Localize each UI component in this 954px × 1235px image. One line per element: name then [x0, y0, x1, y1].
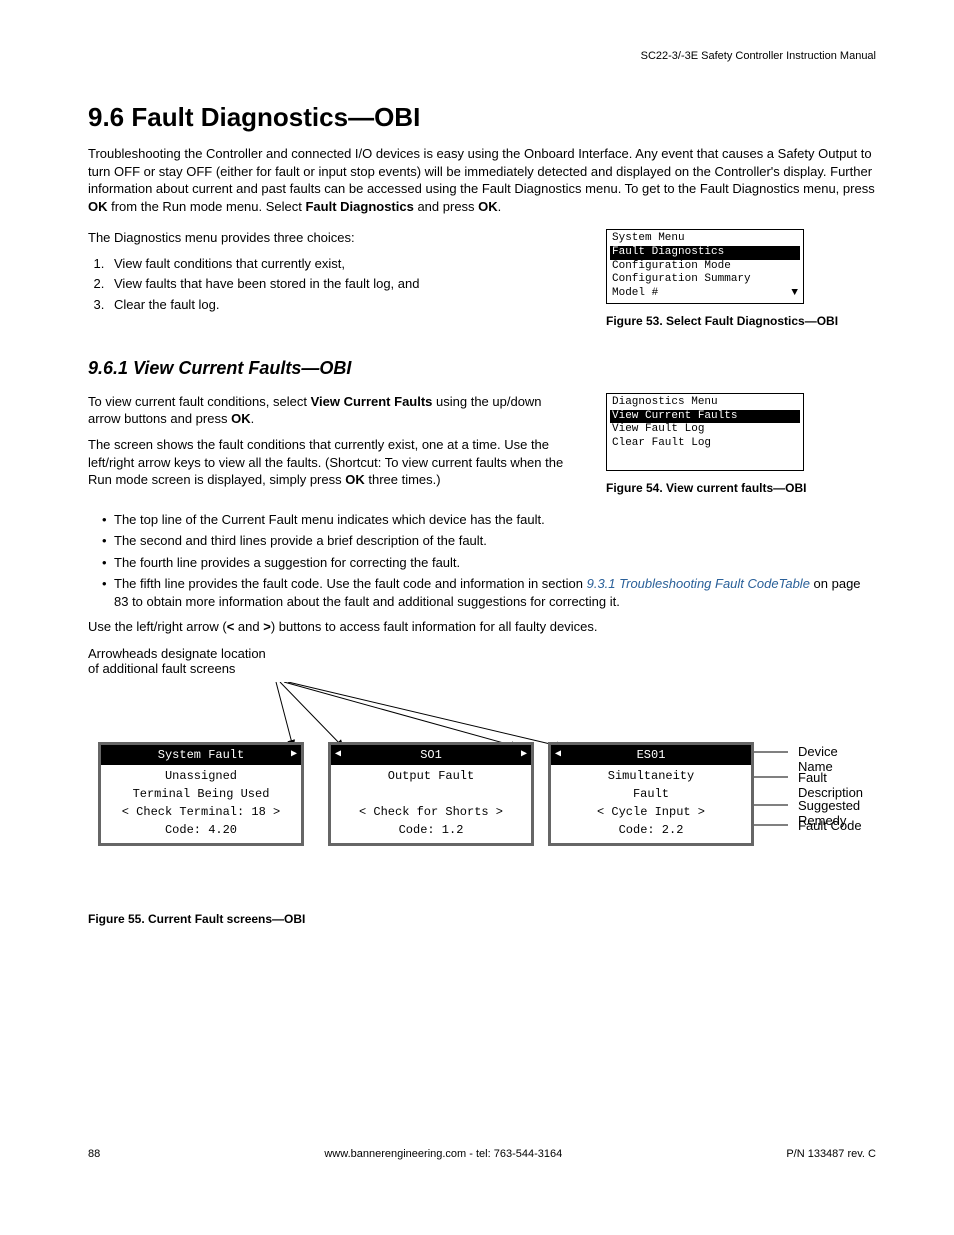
- list-item: View fault conditions that currently exi…: [108, 255, 576, 273]
- fault-line: < Cycle Input >: [555, 803, 747, 821]
- text: To view current fault conditions, select: [88, 394, 311, 409]
- fault-screen-3: ◀ ES01 Simultaneity Fault < Cycle Input …: [548, 742, 754, 846]
- triangle-left-icon: ◀: [555, 747, 561, 762]
- footer-partnumber: P/N 133487 rev. C: [786, 1148, 876, 1160]
- crossref-link[interactable]: 9.3.1 Troubleshooting Fault CodeTable: [587, 576, 810, 591]
- text: ) buttons to access fault information fo…: [271, 619, 598, 634]
- text-bold: Fault Diagnostics: [305, 199, 413, 214]
- list-item: Clear the fault log.: [108, 296, 576, 314]
- fault-screen-2: ◀ SO1 ▶ Output Fault < Check for Shorts …: [328, 742, 534, 846]
- text-bold: OK: [345, 472, 365, 487]
- text: Use the left/right arrow (: [88, 619, 227, 634]
- annotation-fault-description: Fault Description: [798, 770, 876, 800]
- triangle-right-icon: ▶: [521, 747, 527, 762]
- text: from the Run mode menu. Select: [108, 199, 306, 214]
- header-manual-title: SC22-3/-3E Safety Controller Instruction…: [88, 50, 876, 62]
- fault-header: System Fault: [158, 746, 244, 764]
- text: three times.): [365, 472, 441, 487]
- fault-header: SO1: [420, 746, 442, 764]
- fault-line: [335, 785, 527, 803]
- figure-caption: Figure 54. View current faults—OBI: [606, 481, 876, 495]
- fault-screen-1: System Fault ▶ Unassigned Terminal Being…: [98, 742, 304, 846]
- subsection-heading: 9.6.1 View Current Faults—OBI: [88, 358, 876, 379]
- text-bold: OK: [88, 199, 108, 214]
- text: .: [498, 199, 502, 214]
- menu-item-selected: Fault Diagnostics: [610, 246, 800, 260]
- arrowhead-caption: Arrowheads designate location: [88, 646, 876, 661]
- footer-contact: www.bannerengineering.com - tel: 763-544…: [324, 1148, 562, 1160]
- text-bold: >: [263, 619, 271, 634]
- text-bold: OK: [231, 411, 251, 426]
- intro-paragraph: Troubleshooting the Controller and conne…: [88, 145, 876, 215]
- fault-header: ES01: [637, 746, 666, 764]
- list-item: The second and third lines provide a bri…: [102, 532, 876, 550]
- use-arrows-text: Use the left/right arrow (< and >) butto…: [88, 618, 876, 636]
- fault-line: Code: 2.2: [555, 821, 747, 839]
- triangle-right-icon: [741, 747, 747, 762]
- text: and press: [414, 199, 478, 214]
- text: The fifth line provides the fault code. …: [114, 576, 587, 591]
- list-item: The top line of the Current Fault menu i…: [102, 511, 876, 529]
- list-item: View faults that have been stored in the…: [108, 275, 576, 293]
- fault-line: Code: 1.2: [335, 821, 527, 839]
- fault-line: Fault: [555, 785, 747, 803]
- fault-lines-list: The top line of the Current Fault menu i…: [102, 511, 876, 611]
- text: .: [251, 411, 255, 426]
- diagnostics-menu-screenshot: Diagnostics Menu View Current Faults Vie…: [606, 393, 804, 471]
- text: and: [234, 619, 263, 634]
- diag-choices-list: View fault conditions that currently exi…: [108, 255, 576, 314]
- menu-item: View Fault Log: [610, 423, 800, 437]
- list-item: The fifth line provides the fault code. …: [102, 575, 876, 610]
- text: Troubleshooting the Controller and conne…: [88, 146, 875, 196]
- vcf-paragraph-1: To view current fault conditions, select…: [88, 393, 576, 428]
- text: The screen shows the fault conditions th…: [88, 437, 563, 487]
- menu-title: System Menu: [610, 232, 800, 246]
- menu-item: Configuration Mode: [610, 260, 800, 274]
- page-number: 88: [88, 1148, 100, 1160]
- menu-item: Model #: [612, 287, 658, 301]
- figure-caption: Figure 53. Select Fault Diagnostics—OBI: [606, 314, 876, 328]
- triangle-left-icon: ◀: [335, 747, 341, 762]
- chevron-down-icon: ▼: [791, 287, 798, 301]
- fault-line: Unassigned: [105, 767, 297, 785]
- triangle-left-icon: [105, 747, 111, 762]
- fault-line: < Check Terminal: 18 >: [105, 803, 297, 821]
- menu-item: Configuration Summary: [610, 273, 800, 287]
- arrowhead-caption: of additional fault screens: [88, 661, 876, 676]
- fault-line: < Check for Shorts >: [335, 803, 527, 821]
- figure-caption: Figure 55. Current Fault screens—OBI: [88, 912, 876, 926]
- page-footer: 88 www.bannerengineering.com - tel: 763-…: [88, 1148, 876, 1160]
- triangle-right-icon: ▶: [291, 747, 297, 762]
- diag-intro: The Diagnostics menu provides three choi…: [88, 229, 576, 247]
- text-bold: View Current Faults: [311, 394, 433, 409]
- fault-line: Code: 4.20: [105, 821, 297, 839]
- text-bold: OK: [478, 199, 498, 214]
- menu-item-selected: View Current Faults: [610, 410, 800, 424]
- fault-line: Terminal Being Used: [105, 785, 297, 803]
- menu-item: Clear Fault Log: [610, 437, 800, 451]
- list-item: The fourth line provides a suggestion fo…: [102, 554, 876, 572]
- fault-line: Output Fault: [335, 767, 527, 785]
- vcf-paragraph-2: The screen shows the fault conditions th…: [88, 436, 576, 489]
- menu-title: Diagnostics Menu: [610, 396, 800, 410]
- fault-screens-diagram: System Fault ▶ Unassigned Terminal Being…: [88, 682, 876, 902]
- section-heading: 9.6 Fault Diagnostics—OBI: [88, 102, 876, 133]
- annotation-fault-code: Fault Code: [798, 818, 862, 833]
- system-menu-screenshot: System Menu Fault Diagnostics Configurat…: [606, 229, 804, 304]
- fault-line: Simultaneity: [555, 767, 747, 785]
